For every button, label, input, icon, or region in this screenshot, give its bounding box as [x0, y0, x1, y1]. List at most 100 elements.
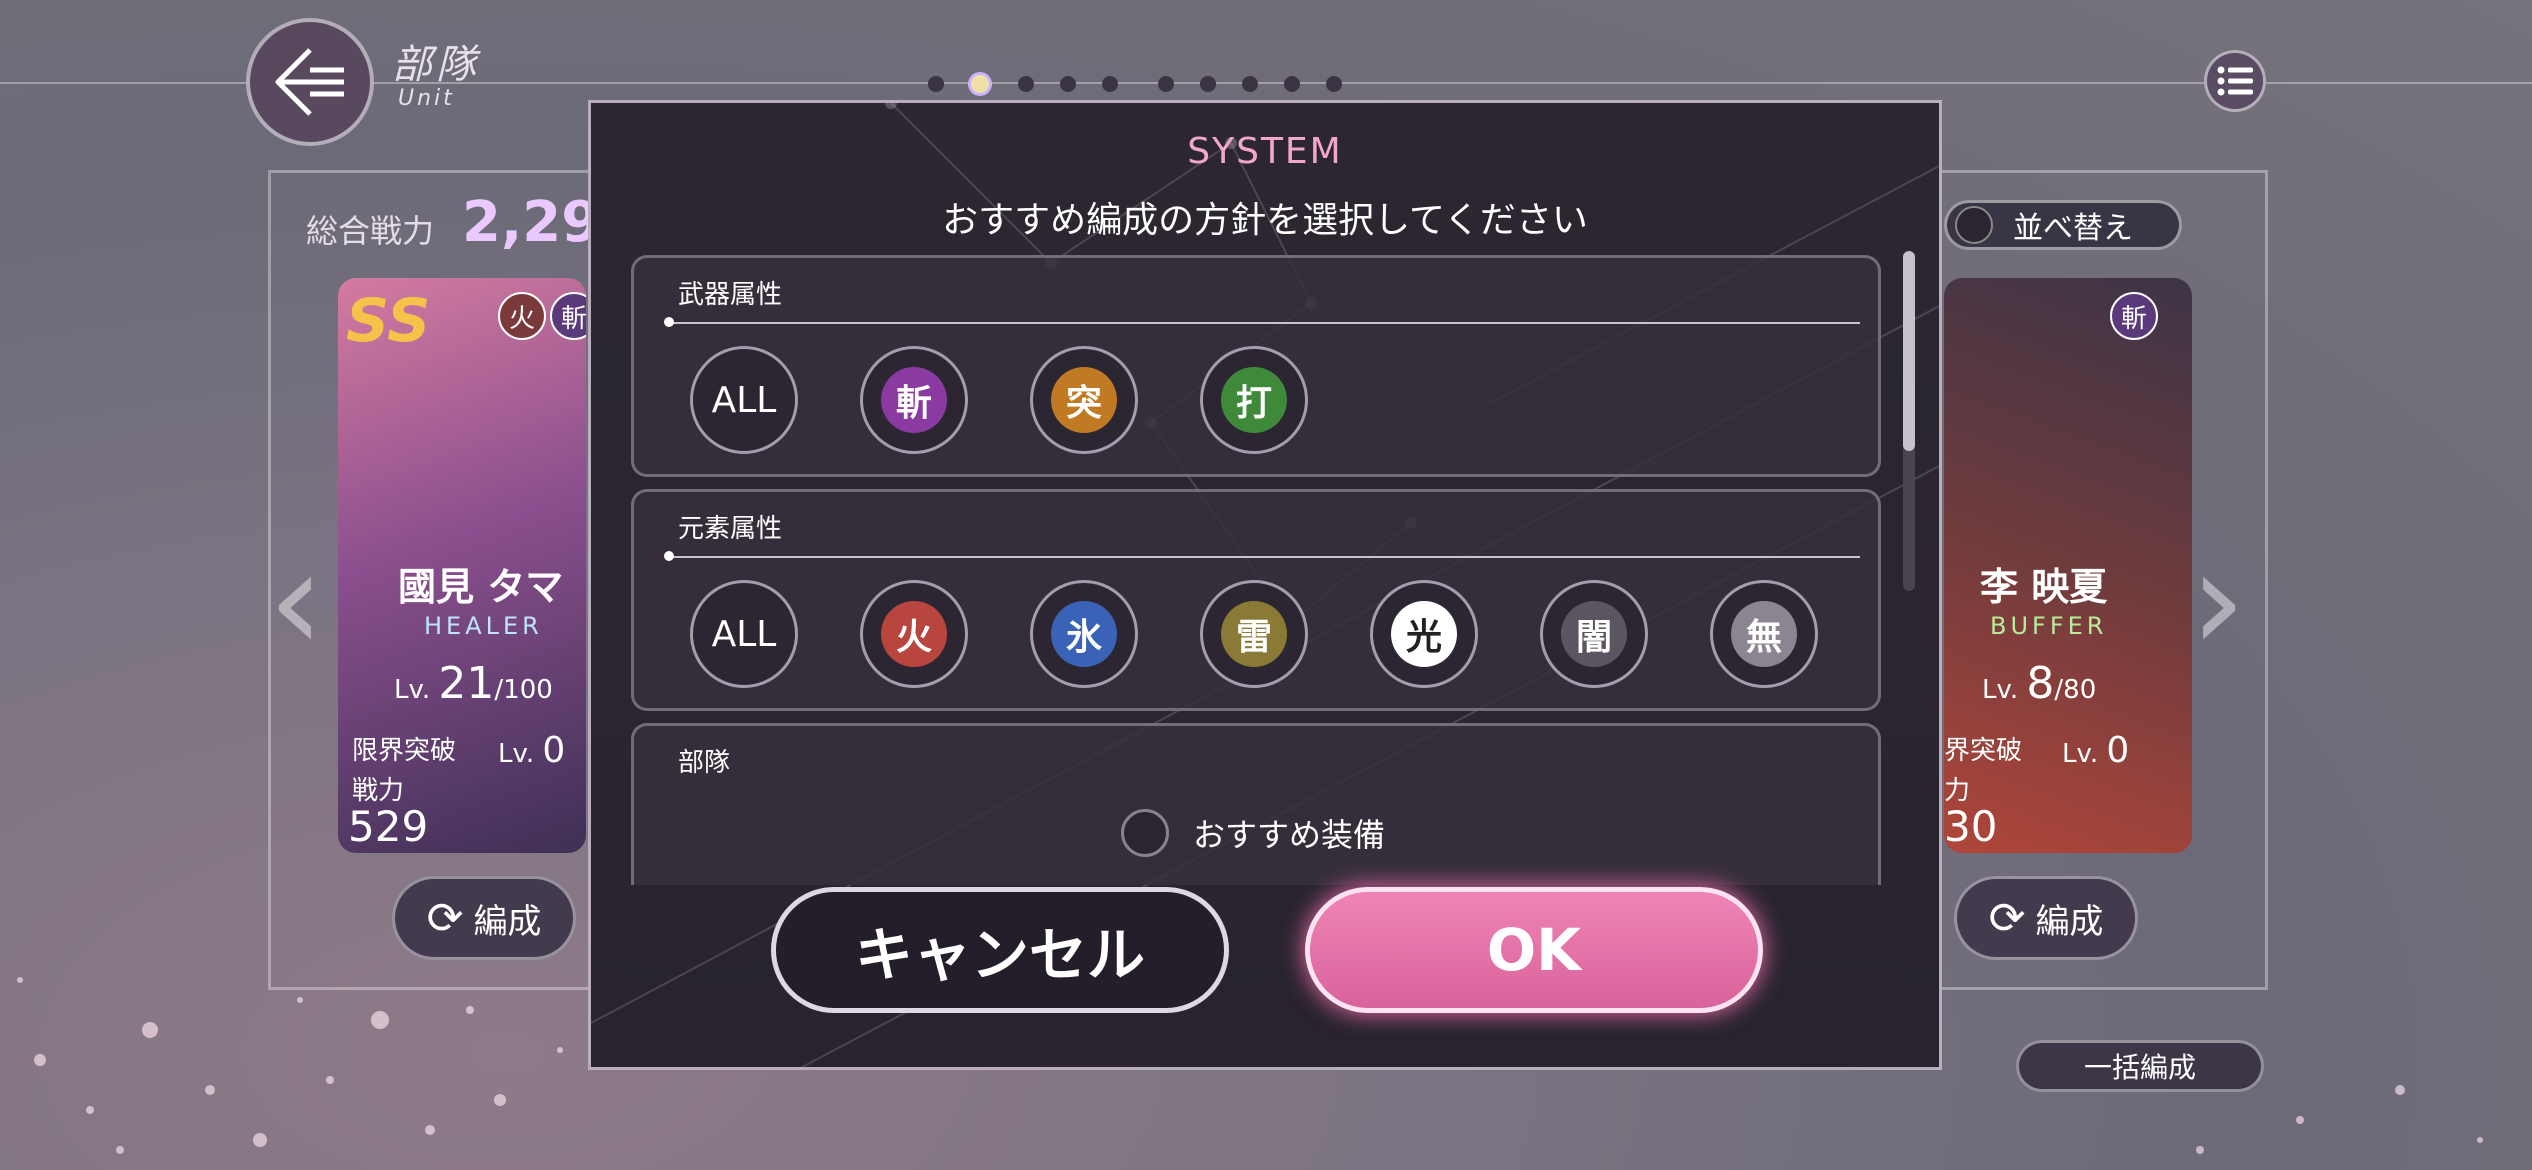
cancel-button[interactable]: キャンセル [771, 887, 1229, 1013]
section-label: 元素属性 [678, 514, 783, 544]
section-label: 武器属性 [678, 280, 783, 310]
page-title: 部隊 [392, 42, 480, 88]
element-option-light[interactable]: 光 [1370, 580, 1478, 688]
element-option-dark[interactable]: 闇 [1540, 580, 1648, 688]
weapon-option-thrust[interactable]: 突 [1030, 346, 1138, 454]
weapon-option-slash[interactable]: 斬 [860, 346, 968, 454]
options-scroll-area[interactable]: 武器属性 ALL 斬 突 打 元素属性 ALL 火 氷 雷 光 闇 無 部隊 [631, 255, 1881, 885]
dialog-system-label: SYSTEM [1187, 131, 1343, 172]
recommended-formation-dialog: SYSTEM おすすめ編成の方針を選択してください 武器属性 ALL 斬 突 打… [588, 100, 1942, 1070]
sort-button[interactable]: 並べ替え [1944, 200, 2182, 250]
page-dot[interactable] [1102, 76, 1118, 92]
bulk-edit-button[interactable]: 一括編成 [2016, 1040, 2264, 1092]
menu-button[interactable] [2204, 50, 2266, 112]
page-dot[interactable] [1242, 76, 1258, 92]
slash-icon: 斬 [881, 367, 947, 433]
thrust-icon: 突 [1051, 367, 1117, 433]
level-value: 21 [438, 658, 495, 709]
header-divider [0, 82, 2532, 84]
character-role: BUFFER [1990, 612, 2108, 640]
page-subtitle: Unit [398, 86, 455, 111]
page-dot[interactable] [1158, 76, 1174, 92]
radio-icon [1121, 809, 1169, 857]
weapon-option-strike[interactable]: 打 [1200, 346, 1308, 454]
page-dot-active[interactable] [968, 72, 992, 96]
limit-break-level: Lv. 0 [498, 730, 565, 771]
fire-icon: 火 [881, 601, 947, 667]
thunder-icon: 雷 [1221, 601, 1287, 667]
character-name: 李 映夏 [1980, 565, 2108, 609]
character-level: Lv. 21/100 [394, 658, 553, 709]
element-option-all[interactable]: ALL [690, 580, 798, 688]
scrollbar-thumb[interactable] [1903, 251, 1915, 451]
limit-level-value: 0 [542, 730, 566, 771]
page-dot[interactable] [1200, 76, 1216, 92]
level-max: /80 [2054, 675, 2097, 705]
next-arrow-icon[interactable]: › [2190, 520, 2246, 683]
unit-section: 部隊 [631, 723, 1881, 885]
element-option-none[interactable]: 無 [1710, 580, 1818, 688]
dark-icon: 闇 [1561, 601, 1627, 667]
level-value: 8 [2026, 658, 2055, 709]
character-level: Lv. 8/80 [1982, 658, 2096, 709]
section-divider [664, 551, 1860, 561]
edit-button-left[interactable]: ⟳ 編成 [392, 876, 576, 960]
limit-break-label: 限界突破 [352, 736, 457, 766]
light-icon: 光 [1391, 601, 1457, 667]
page-dot[interactable] [1018, 76, 1034, 92]
element-option-thunder[interactable]: 雷 [1200, 580, 1308, 688]
sort-radio-icon [1955, 206, 1993, 244]
list-menu-icon [2217, 66, 2253, 96]
fire-element-badge: 火 [498, 292, 546, 340]
refresh-icon: ⟳ [426, 892, 464, 944]
element-attribute-section: 元素属性 ALL 火 氷 雷 光 闇 無 [631, 489, 1881, 711]
page-dot[interactable] [928, 76, 944, 92]
character-name: 國見 タマ [398, 565, 564, 609]
page-dot[interactable] [1326, 76, 1342, 92]
slash-weapon-badge: 斬 [2110, 292, 2158, 340]
card-power-value: 30 [1944, 802, 1998, 851]
recommended-equipment-toggle[interactable]: おすすめ装備 [1121, 809, 1385, 857]
total-power-value: 2,29 [462, 190, 601, 255]
edit-label: 編成 [473, 901, 542, 942]
prev-arrow-icon[interactable]: ‹ [268, 520, 324, 683]
limit-break-label: 界突破 [1944, 736, 2023, 766]
ice-icon: 氷 [1051, 601, 1117, 667]
page-dot[interactable] [1284, 76, 1300, 92]
weapon-attribute-section: 武器属性 ALL 斬 突 打 [631, 255, 1881, 477]
limit-level-prefix: Lv. [498, 739, 535, 769]
element-option-fire[interactable]: 火 [860, 580, 968, 688]
back-button[interactable] [246, 18, 374, 146]
ok-button[interactable]: OK [1305, 887, 1763, 1013]
section-divider [664, 317, 1860, 327]
none-element-icon: 無 [1731, 601, 1797, 667]
edit-label: 編成 [2035, 901, 2104, 942]
limit-break-level: Lv. 0 [2062, 730, 2129, 771]
back-arrow-icon [275, 48, 344, 116]
options-scrollbar[interactable] [1903, 251, 1915, 591]
limit-level-prefix: Lv. [2062, 739, 2099, 769]
rarity-badge: SS [346, 286, 431, 356]
limit-level-value: 0 [2106, 730, 2130, 771]
level-max: /100 [494, 675, 553, 705]
character-card-right[interactable]: 李 映夏 BUFFER Lv. 8/80 界突破 Lv. 0 力 30 斬 [1944, 278, 2192, 853]
weapon-option-all[interactable]: ALL [690, 346, 798, 454]
total-power-label: 総合戦力 [306, 212, 435, 250]
strike-icon: 打 [1221, 367, 1287, 433]
refresh-icon: ⟳ [1988, 892, 2026, 944]
section-label: 部隊 [678, 748, 731, 778]
dialog-title: おすすめ編成の方針を選択してください [942, 200, 1588, 241]
card-power-value: 529 [348, 802, 429, 851]
character-card-left[interactable]: 國見 タマ HEALER Lv. 21/100 限界突破 Lv. 0 戦力 52… [338, 278, 586, 853]
recommended-equipment-label: おすすめ装備 [1193, 816, 1386, 854]
page-dot[interactable] [1060, 76, 1076, 92]
level-prefix: Lv. [1982, 675, 2019, 705]
sort-label: 並べ替え [2013, 211, 2133, 246]
element-option-ice[interactable]: 氷 [1030, 580, 1138, 688]
option-label: ALL [711, 379, 777, 421]
edit-button-right[interactable]: ⟳ 編成 [1954, 876, 2138, 960]
character-role: HEALER [424, 612, 543, 640]
level-prefix: Lv. [394, 675, 431, 705]
option-label: ALL [711, 613, 777, 655]
slash-weapon-badge: 斬 [550, 292, 586, 340]
